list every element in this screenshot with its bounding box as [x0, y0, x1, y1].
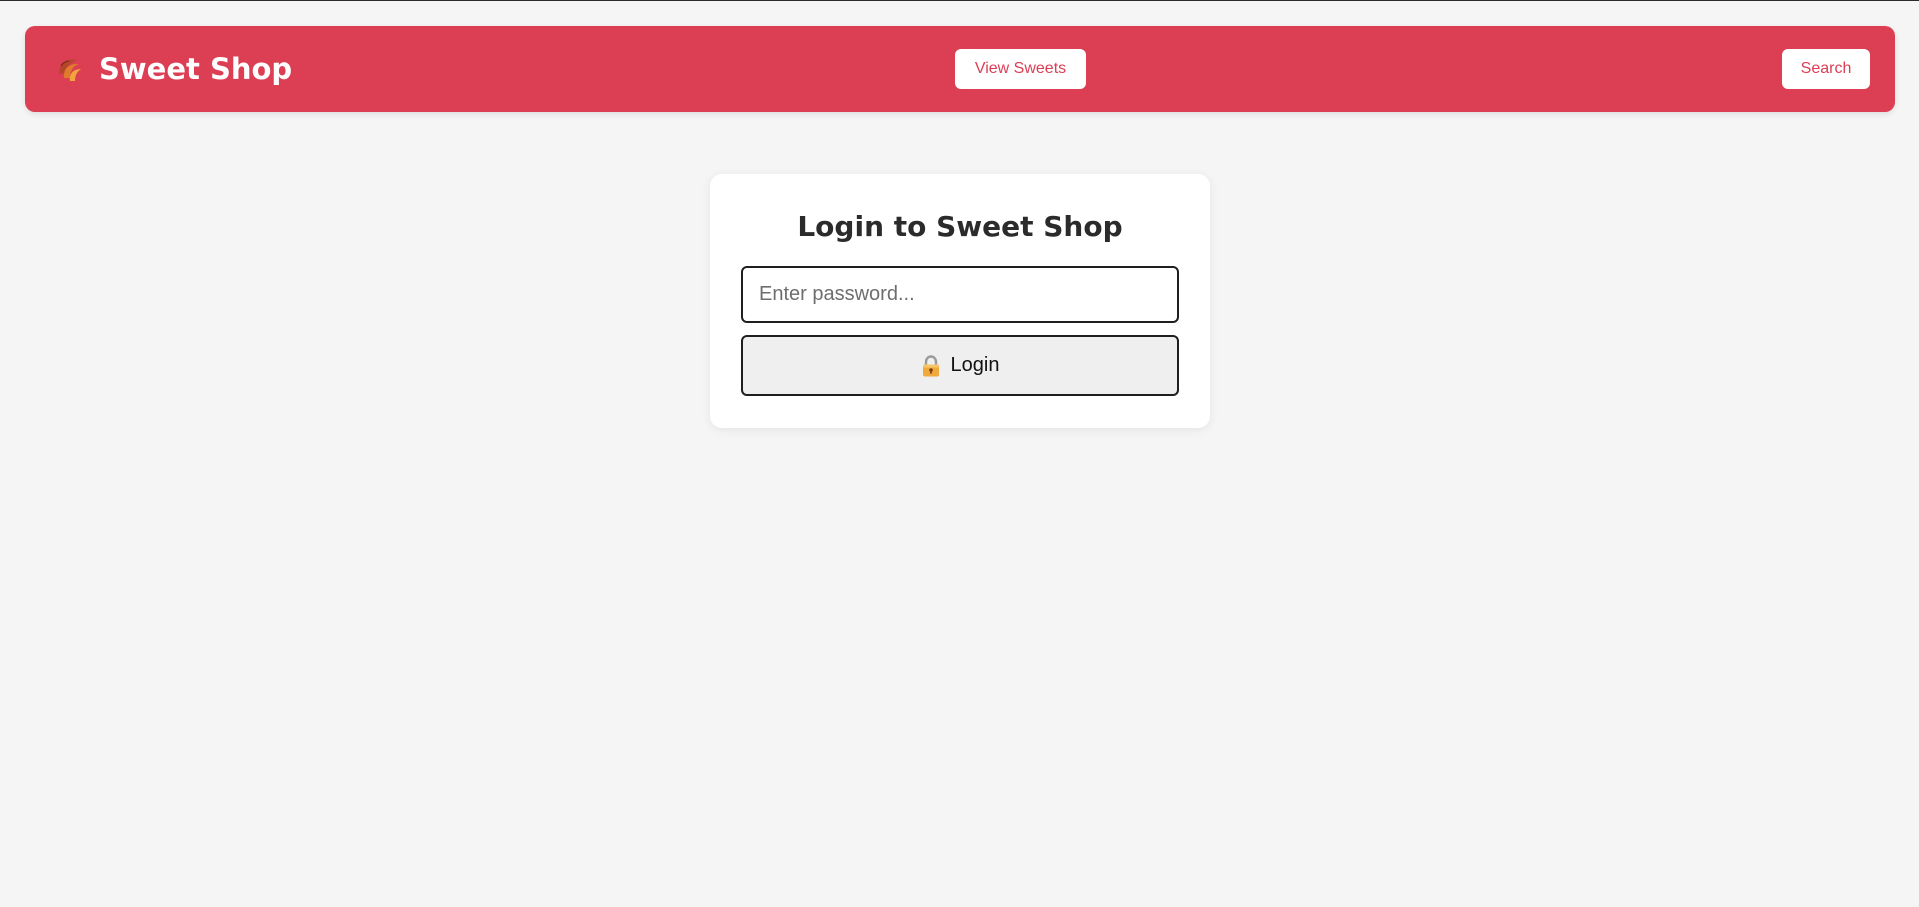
login-card: Login to Sweet Shop Login [710, 174, 1210, 428]
brand[interactable]: Sweet Shop [55, 26, 292, 112]
login-button[interactable]: Login [741, 335, 1179, 396]
brand-title: Sweet Shop [99, 52, 293, 86]
croissant-icon [55, 54, 85, 84]
password-input[interactable] [741, 266, 1179, 323]
search-button[interactable]: Search [1782, 49, 1870, 89]
lock-icon [921, 354, 941, 377]
view-sweets-button[interactable]: View Sweets [955, 49, 1086, 89]
top-border [0, 0, 1919, 1]
login-button-label: Login [950, 354, 1000, 376]
navbar: Sweet Shop View Sweets Search [25, 26, 1895, 112]
login-title: Login to Sweet Shop [797, 210, 1123, 243]
